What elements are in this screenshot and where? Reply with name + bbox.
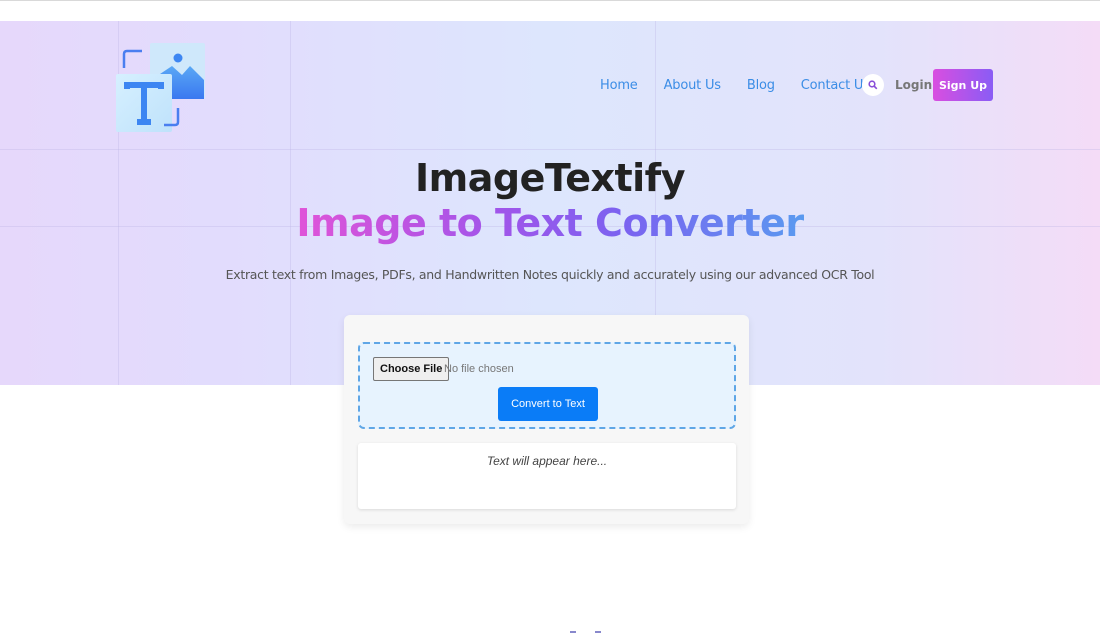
- page-title: ImageTextify: [414, 156, 686, 200]
- nav-home[interactable]: Home: [600, 78, 638, 93]
- search-icon: [868, 80, 878, 90]
- nav-contact-us[interactable]: Contact Us: [801, 78, 870, 93]
- choose-file-button[interactable]: Choose File: [373, 357, 450, 381]
- main-nav: Home About Us Blog Contact Us: [600, 68, 896, 102]
- output-text-area[interactable]: Text will appear here...: [358, 443, 736, 509]
- grid-line: [0, 149, 1100, 150]
- image-text-logo-icon[interactable]: [116, 42, 206, 134]
- top-border: [0, 0, 1100, 1]
- convert-to-text-button[interactable]: Convert to Text: [498, 387, 598, 421]
- login-link[interactable]: Login: [895, 78, 932, 92]
- file-status: No file chosen: [444, 363, 514, 375]
- converter-card: Choose File No file chosen Convert to Te…: [344, 315, 749, 524]
- subtitle-text: Image to Text Converter: [296, 201, 804, 245]
- file-dropzone[interactable]: Choose File No file chosen Convert to Te…: [358, 342, 736, 429]
- hero-description: Extract text from Images, PDFs, and Hand…: [225, 267, 875, 282]
- nav-blog[interactable]: Blog: [747, 78, 775, 93]
- search-button[interactable]: [862, 74, 884, 96]
- sign-up-button[interactable]: Sign Up: [933, 69, 993, 101]
- page-subtitle: Image to Text Converter: [0, 201, 1100, 245]
- nav-about-us[interactable]: About Us: [664, 78, 721, 93]
